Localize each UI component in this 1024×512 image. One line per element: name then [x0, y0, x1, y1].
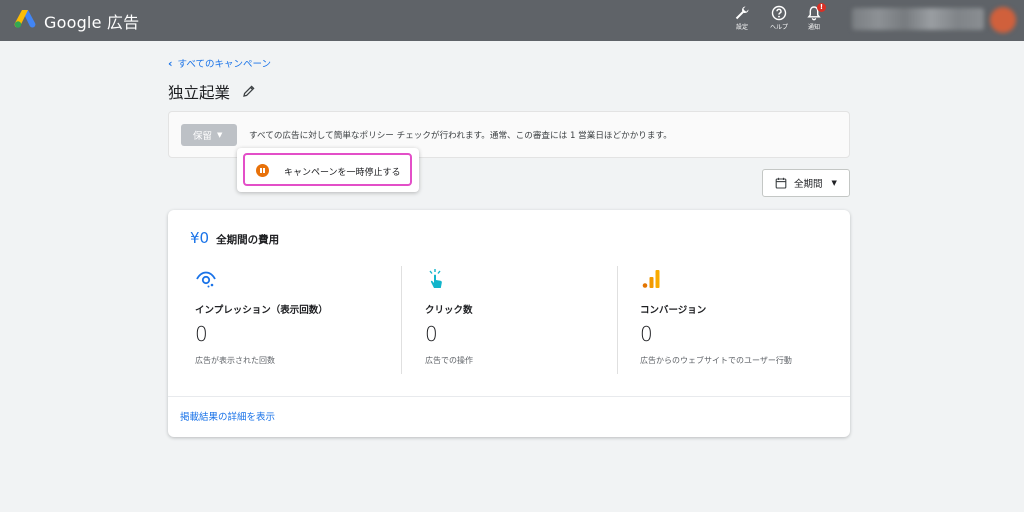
- cost-value: ¥0: [190, 229, 210, 247]
- metric-value: 0: [195, 322, 208, 346]
- cost-label: 全期間の費用: [216, 234, 280, 246]
- metric-impressions: インプレッション（表示回数） 0 広告が表示された回数: [195, 268, 395, 365]
- total-cost: ¥0 全期間の費用: [190, 229, 279, 247]
- status-dropdown[interactable]: 保留 ▼: [181, 124, 237, 146]
- notifications-label: 通知: [807, 24, 820, 31]
- metric-title: コンバージョン: [640, 305, 707, 316]
- performance-summary-card: ¥0 全期間の費用 インプレッション（表示回数） 0 広告が表示された回数 クリ…: [168, 210, 850, 437]
- top-app-bar: Google 広告 設定 ヘルプ ! 通知: [0, 0, 1024, 41]
- help-button[interactable]: ヘルプ: [764, 5, 794, 31]
- back-to-all-campaigns-link[interactable]: ‹ すべてのキャンペーン: [168, 56, 272, 71]
- chevron-left-icon: ‹: [168, 56, 173, 70]
- wrench-icon: [735, 6, 749, 20]
- account-info[interactable]: [852, 8, 984, 30]
- review-message: すべての広告に対して簡単なポリシー チェックが行われます。通常、この審査には 1…: [249, 131, 672, 141]
- campaign-title: 独立起業: [168, 84, 231, 102]
- calendar-icon: [775, 177, 787, 189]
- metric-divider: [617, 266, 618, 374]
- metric-title: クリック数: [425, 305, 473, 316]
- notifications-button[interactable]: ! 通知: [799, 3, 829, 31]
- bar-chart-icon: [642, 270, 660, 288]
- metric-description: 広告での操作: [425, 356, 473, 365]
- google-ads-logo-icon[interactable]: [14, 9, 36, 29]
- date-range-button[interactable]: 全期間 ▼: [762, 169, 850, 197]
- avatar[interactable]: [990, 7, 1016, 33]
- metric-value: 0: [640, 322, 653, 346]
- tap-icon: [429, 269, 442, 288]
- metric-value: 0: [425, 322, 438, 346]
- pencil-icon[interactable]: [242, 84, 256, 98]
- back-link-label: すべてのキャンペーン: [177, 59, 272, 70]
- status-menu: キャンペーンを一時停止する: [237, 148, 419, 192]
- settings-label: 設定: [735, 24, 748, 31]
- metric-description: 広告からのウェブサイトでのユーザー行動: [640, 356, 792, 365]
- pause-campaign-label: キャンペーンを一時停止する: [284, 168, 401, 178]
- help-label: ヘルプ: [769, 24, 788, 31]
- pause-icon: [256, 164, 269, 177]
- brand-name[interactable]: Google 広告: [44, 9, 139, 33]
- caret-down-icon: ▼: [831, 179, 837, 187]
- metric-clicks: クリック数 0 広告での操作: [425, 268, 625, 365]
- notification-badge: !: [817, 3, 826, 12]
- pause-campaign-menu-item[interactable]: キャンペーンを一時停止する: [243, 153, 412, 186]
- card-divider: [168, 396, 850, 397]
- view-performance-details-link[interactable]: 掲載結果の詳細を表示: [180, 409, 275, 423]
- metric-title: インプレッション（表示回数）: [195, 305, 328, 316]
- metric-divider: [401, 266, 402, 374]
- help-circle-icon: [771, 5, 787, 21]
- eye-icon: [196, 271, 216, 288]
- metric-conversions: コンバージョン 0 広告からのウェブサイトでのユーザー行動: [640, 268, 840, 365]
- metric-description: 広告が表示された回数: [195, 356, 275, 365]
- settings-button[interactable]: 設定: [727, 5, 757, 31]
- date-range-label: 全期間: [794, 179, 823, 190]
- caret-down-icon: ▼: [217, 131, 223, 139]
- status-label: 保留: [193, 131, 213, 142]
